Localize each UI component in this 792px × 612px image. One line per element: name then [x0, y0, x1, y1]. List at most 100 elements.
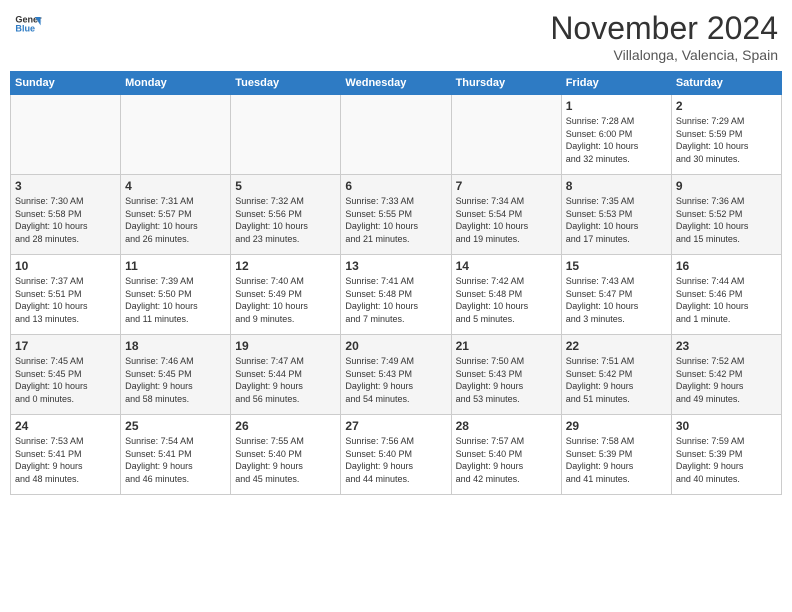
logo: General Blue [14, 10, 42, 38]
day-info: Sunrise: 7:50 AM Sunset: 5:43 PM Dayligh… [456, 355, 557, 405]
day-info: Sunrise: 7:39 AM Sunset: 5:50 PM Dayligh… [125, 275, 226, 325]
day-info: Sunrise: 7:42 AM Sunset: 5:48 PM Dayligh… [456, 275, 557, 325]
weekday-header: Sunday [11, 72, 121, 95]
calendar-cell: 17 Sunrise: 7:45 AM Sunset: 5:45 PM Dayli… [11, 335, 121, 415]
day-info: Sunrise: 7:33 AM Sunset: 5:55 PM Dayligh… [345, 195, 446, 245]
day-info: Sunrise: 7:57 AM Sunset: 5:40 PM Dayligh… [456, 435, 557, 485]
day-number: 19 [235, 339, 336, 353]
title-block: November 2024 Villalonga, Valencia, Spai… [550, 10, 778, 63]
calendar-cell: 18 Sunrise: 7:46 AM Sunset: 5:45 PM Dayli… [121, 335, 231, 415]
calendar-cell: 8 Sunrise: 7:35 AM Sunset: 5:53 PM Daylig… [561, 175, 671, 255]
day-number: 22 [566, 339, 667, 353]
day-number: 5 [235, 179, 336, 193]
day-number: 20 [345, 339, 446, 353]
calendar-cell: 5 Sunrise: 7:32 AM Sunset: 5:56 PM Daylig… [231, 175, 341, 255]
calendar-cell [121, 95, 231, 175]
day-number: 8 [566, 179, 667, 193]
day-number: 18 [125, 339, 226, 353]
day-info: Sunrise: 7:58 AM Sunset: 5:39 PM Dayligh… [566, 435, 667, 485]
day-info: Sunrise: 7:30 AM Sunset: 5:58 PM Dayligh… [15, 195, 116, 245]
calendar-cell: 3 Sunrise: 7:30 AM Sunset: 5:58 PM Daylig… [11, 175, 121, 255]
day-number: 13 [345, 259, 446, 273]
day-info: Sunrise: 7:59 AM Sunset: 5:39 PM Dayligh… [676, 435, 777, 485]
calendar-cell: 11Sunrise: 7:39 AM Sunset: 5:50 PM Dayli… [121, 255, 231, 335]
header-row: SundayMondayTuesdayWednesdayThursdayFrid… [11, 72, 782, 95]
day-number: 29 [566, 419, 667, 433]
day-info: Sunrise: 7:46 AM Sunset: 5:45 PM Dayligh… [125, 355, 226, 405]
calendar-cell: 7 Sunrise: 7:34 AM Sunset: 5:54 PM Daylig… [451, 175, 561, 255]
day-number: 9 [676, 179, 777, 193]
calendar-cell: 23Sunrise: 7:52 AM Sunset: 5:42 PM Dayli… [671, 335, 781, 415]
day-info: Sunrise: 7:29 AM Sunset: 5:59 PM Dayligh… [676, 115, 777, 165]
day-number: 25 [125, 419, 226, 433]
day-number: 14 [456, 259, 557, 273]
calendar-week-row: 24 Sunrise: 7:53 AM Sunset: 5:41 PM Dayli… [11, 415, 782, 495]
day-info: Sunrise: 7:41 AM Sunset: 5:48 PM Dayligh… [345, 275, 446, 325]
day-number: 24 [15, 419, 116, 433]
calendar-cell: 16Sunrise: 7:44 AM Sunset: 5:46 PM Dayli… [671, 255, 781, 335]
weekday-header: Monday [121, 72, 231, 95]
calendar-cell: 10 Sunrise: 7:37 AM Sunset: 5:51 PM Dayli… [11, 255, 121, 335]
day-number: 27 [345, 419, 446, 433]
day-info: Sunrise: 7:47 AM Sunset: 5:44 PM Dayligh… [235, 355, 336, 405]
day-info: Sunrise: 7:34 AM Sunset: 5:54 PM Dayligh… [456, 195, 557, 245]
day-info: Sunrise: 7:51 AM Sunset: 5:42 PM Dayligh… [566, 355, 667, 405]
month-title: November 2024 [550, 10, 778, 47]
page-header: General Blue November 2024 Villalonga, V… [10, 10, 782, 63]
day-info: Sunrise: 7:43 AM Sunset: 5:47 PM Dayligh… [566, 275, 667, 325]
calendar-week-row: 17 Sunrise: 7:45 AM Sunset: 5:45 PM Dayli… [11, 335, 782, 415]
day-number: 6 [345, 179, 446, 193]
day-info: Sunrise: 7:54 AM Sunset: 5:41 PM Dayligh… [125, 435, 226, 485]
svg-text:Blue: Blue [15, 24, 35, 34]
day-info: Sunrise: 7:37 AM Sunset: 5:51 PM Dayligh… [15, 275, 116, 325]
calendar-cell: 2 Sunrise: 7:29 AM Sunset: 5:59 PM Daylig… [671, 95, 781, 175]
day-number: 3 [15, 179, 116, 193]
day-info: Sunrise: 7:36 AM Sunset: 5:52 PM Dayligh… [676, 195, 777, 245]
day-number: 10 [15, 259, 116, 273]
day-number: 1 [566, 99, 667, 113]
calendar-week-row: 3 Sunrise: 7:30 AM Sunset: 5:58 PM Daylig… [11, 175, 782, 255]
day-number: 16 [676, 259, 777, 273]
calendar-week-row: 10 Sunrise: 7:37 AM Sunset: 5:51 PM Dayli… [11, 255, 782, 335]
calendar-cell: 19 Sunrise: 7:47 AM Sunset: 5:44 PM Dayli… [231, 335, 341, 415]
calendar-cell: 28 Sunrise: 7:57 AM Sunset: 5:40 PM Dayli… [451, 415, 561, 495]
day-number: 28 [456, 419, 557, 433]
calendar-cell: 22 Sunrise: 7:51 AM Sunset: 5:42 PM Dayli… [561, 335, 671, 415]
calendar-cell: 26 Sunrise: 7:55 AM Sunset: 5:40 PM Dayli… [231, 415, 341, 495]
day-number: 12 [235, 259, 336, 273]
weekday-header: Friday [561, 72, 671, 95]
calendar-cell: 13 Sunrise: 7:41 AM Sunset: 5:48 PM Dayli… [341, 255, 451, 335]
day-number: 21 [456, 339, 557, 353]
day-number: 17 [15, 339, 116, 353]
day-number: 30 [676, 419, 777, 433]
calendar-cell [451, 95, 561, 175]
day-info: Sunrise: 7:55 AM Sunset: 5:40 PM Dayligh… [235, 435, 336, 485]
weekday-header: Wednesday [341, 72, 451, 95]
calendar-cell: 15 Sunrise: 7:43 AM Sunset: 5:47 PM Dayli… [561, 255, 671, 335]
calendar-cell: 20 Sunrise: 7:49 AM Sunset: 5:43 PM Dayli… [341, 335, 451, 415]
location-subtitle: Villalonga, Valencia, Spain [550, 47, 778, 63]
day-info: Sunrise: 7:32 AM Sunset: 5:56 PM Dayligh… [235, 195, 336, 245]
day-number: 7 [456, 179, 557, 193]
day-number: 15 [566, 259, 667, 273]
day-info: Sunrise: 7:35 AM Sunset: 5:53 PM Dayligh… [566, 195, 667, 245]
calendar-cell: 21 Sunrise: 7:50 AM Sunset: 5:43 PM Dayli… [451, 335, 561, 415]
calendar-cell: 12Sunrise: 7:40 AM Sunset: 5:49 PM Dayli… [231, 255, 341, 335]
calendar-cell: 24 Sunrise: 7:53 AM Sunset: 5:41 PM Dayli… [11, 415, 121, 495]
day-info: Sunrise: 7:53 AM Sunset: 5:41 PM Dayligh… [15, 435, 116, 485]
day-number: 26 [235, 419, 336, 433]
day-info: Sunrise: 7:49 AM Sunset: 5:43 PM Dayligh… [345, 355, 446, 405]
logo-icon: General Blue [14, 10, 42, 38]
day-info: Sunrise: 7:31 AM Sunset: 5:57 PM Dayligh… [125, 195, 226, 245]
weekday-header: Thursday [451, 72, 561, 95]
day-info: Sunrise: 7:28 AM Sunset: 6:00 PM Dayligh… [566, 115, 667, 165]
calendar-week-row: 1 Sunrise: 7:28 AM Sunset: 6:00 PM Daylig… [11, 95, 782, 175]
calendar-cell: 29 Sunrise: 7:58 AM Sunset: 5:39 PM Dayli… [561, 415, 671, 495]
weekday-header: Saturday [671, 72, 781, 95]
day-info: Sunrise: 7:45 AM Sunset: 5:45 PM Dayligh… [15, 355, 116, 405]
day-number: 2 [676, 99, 777, 113]
calendar-cell: 27Sunrise: 7:56 AM Sunset: 5:40 PM Dayli… [341, 415, 451, 495]
calendar-cell: 25 Sunrise: 7:54 AM Sunset: 5:41 PM Dayli… [121, 415, 231, 495]
day-info: Sunrise: 7:52 AM Sunset: 5:42 PM Dayligh… [676, 355, 777, 405]
calendar-cell: 6 Sunrise: 7:33 AM Sunset: 5:55 PM Daylig… [341, 175, 451, 255]
